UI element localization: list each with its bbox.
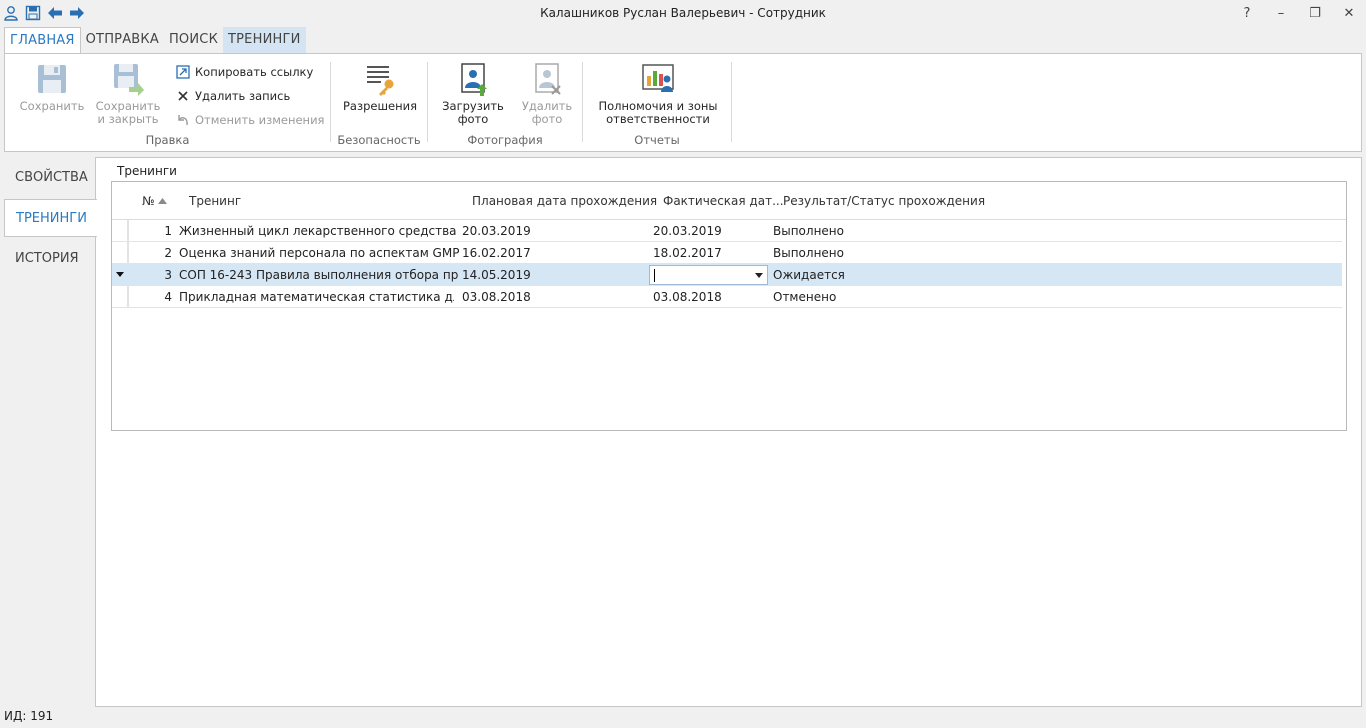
cell-training: СОП 16-243 Правила выполнения отбора про…: [179, 268, 459, 282]
authority-report-icon: [642, 64, 674, 92]
cell-result: Выполнено: [773, 246, 844, 260]
upload-photo-label-2: фото: [457, 112, 489, 126]
delete-record-label: Удалить запись: [195, 89, 291, 103]
authority-label-2: ответственности: [606, 112, 710, 126]
cell-num: 1: [164, 224, 172, 238]
save-and-close-button[interactable]: Сохранить и закрыть: [93, 62, 163, 126]
delete-photo-button[interactable]: Удалить фото: [512, 62, 582, 126]
cell-result: Ожидается: [773, 268, 845, 282]
permissions-label: Разрешения: [343, 99, 417, 113]
column-header-num-label: №: [142, 194, 155, 208]
delete-photo-label-2: фото: [531, 112, 563, 126]
content-panel: Тренинги № Тренинг Плановая дата прохожд…: [95, 157, 1362, 707]
cell-num: 3: [164, 268, 172, 282]
row-indicator: [112, 220, 128, 242]
cell-planned-date: 20.03.2019: [462, 224, 531, 238]
current-row-arrow-icon: [116, 272, 124, 277]
column-header-planned-date[interactable]: Плановая дата прохождения: [472, 194, 657, 208]
trainings-section-label: Тренинги: [117, 164, 177, 178]
table-row[interactable]: 1 Жизненный цикл лекарственного средства…: [112, 220, 1342, 242]
delete-x-icon: [175, 88, 191, 104]
ribbon-group-photo: Загрузить фото Удалить фото Фотография: [428, 54, 582, 151]
ribbon-group-security: Разрешения Безопасность: [331, 54, 427, 151]
delete-photo-icon: [535, 63, 561, 95]
save-close-icon: [114, 64, 144, 96]
restore-button[interactable]: ❐: [1298, 0, 1332, 26]
ribbon-group-edit: Сохранить Сохранить и закрыть Копировать…: [5, 54, 330, 151]
title-bar: Калашников Руслан Валерьевич - Сотрудник…: [0, 0, 1366, 27]
save-button[interactable]: Сохранить: [17, 62, 87, 113]
column-header-result[interactable]: Результат/Статус прохождения: [783, 194, 985, 208]
undo-changes-button[interactable]: Отменить изменения: [175, 110, 324, 130]
undo-icon: [175, 112, 191, 128]
undo-changes-label: Отменить изменения: [195, 113, 325, 127]
permissions-key-icon: [367, 66, 394, 96]
tab-send[interactable]: ОТПРАВКА: [81, 27, 164, 53]
help-button[interactable]: ?: [1230, 0, 1264, 26]
row-indicator: [112, 286, 128, 308]
group-label-reports: Отчеты: [634, 133, 680, 147]
group-label-photo: Фотография: [467, 133, 543, 147]
column-header-num[interactable]: №: [142, 194, 168, 208]
sort-asc-icon: [158, 194, 168, 208]
group-label-edit: Правка: [145, 133, 190, 147]
upload-photo-button[interactable]: Загрузить фото: [438, 62, 508, 126]
column-header-training[interactable]: Тренинг: [189, 194, 241, 208]
text-caret: [654, 269, 655, 282]
dropdown-arrow-icon[interactable]: [755, 273, 763, 278]
cell-actual-date: 03.08.2018: [653, 290, 722, 304]
cell-num: 4: [164, 290, 172, 304]
ribbon: Сохранить Сохранить и закрыть Копировать…: [4, 53, 1362, 152]
side-tab-history[interactable]: ИСТОРИЯ: [4, 240, 96, 278]
side-tab-properties[interactable]: СВОЙСТВА: [4, 159, 96, 197]
copy-link-icon: [175, 64, 191, 80]
cell-result: Отменено: [773, 290, 837, 304]
cell-num: 2: [164, 246, 172, 260]
tab-main[interactable]: ГЛАВНАЯ: [4, 27, 81, 54]
copy-link-label: Копировать ссылку: [195, 65, 314, 79]
save-icon: [38, 65, 66, 93]
ribbon-tabs: ГЛАВНАЯ ОТПРАВКА ПОИСК ТРЕНИНГИ: [4, 27, 306, 54]
trainings-grid: № Тренинг Плановая дата прохождения Факт…: [111, 181, 1347, 431]
row-indicator: [112, 242, 128, 264]
cell-result: Выполнено: [773, 224, 844, 238]
group-label-security: Безопасность: [337, 133, 421, 147]
cell-training: Прикладная математическая статистика для…: [179, 290, 454, 304]
cell-planned-date: 14.05.2019: [462, 268, 531, 282]
delete-record-button[interactable]: Удалить запись: [175, 86, 290, 106]
cell-actual-date: 20.03.2019: [653, 224, 722, 238]
close-button[interactable]: ✕: [1332, 0, 1366, 26]
actual-date-editor[interactable]: [649, 265, 768, 285]
status-id: ИД: 191: [4, 709, 54, 723]
tab-trainings[interactable]: ТРЕНИНГИ: [223, 27, 306, 53]
side-tab-trainings[interactable]: ТРЕНИНГИ: [4, 199, 97, 237]
grid-header: № Тренинг Плановая дата прохождения Факт…: [112, 182, 1346, 220]
save-label: Сохранить: [19, 99, 85, 113]
row-indicator: [112, 264, 128, 286]
cell-actual-date: 18.02.2017: [653, 246, 722, 260]
window-controls: ? – ❐ ✕: [1230, 0, 1366, 26]
table-row-selected[interactable]: 3 СОП 16-243 Правила выполнения отбора п…: [112, 264, 1342, 286]
ribbon-group-reports: Полномочия и зоны ответственности Отчеты: [583, 54, 731, 151]
table-row[interactable]: 2 Оценка знаний персонала по аспектам GM…: [112, 242, 1342, 264]
ribbon-separator: [731, 62, 732, 142]
column-header-actual-date[interactable]: Фактическая дат...: [663, 194, 784, 208]
permissions-button[interactable]: Разрешения: [339, 62, 421, 113]
cell-training: Оценка знаний персонала по аспектам GMP/…: [179, 246, 459, 260]
cell-planned-date: 16.02.2017: [462, 246, 531, 260]
tab-search[interactable]: ПОИСК: [164, 27, 223, 53]
save-close-label-2: и закрыть: [97, 112, 159, 126]
copy-link-button[interactable]: Копировать ссылку: [175, 62, 313, 82]
table-row[interactable]: 4 Прикладная математическая статистика д…: [112, 286, 1342, 308]
window-title: Калашников Руслан Валерьевич - Сотрудник: [540, 6, 826, 20]
authority-zones-button[interactable]: Полномочия и зоны ответственности: [593, 62, 723, 126]
cell-planned-date: 03.08.2018: [462, 290, 531, 304]
minimize-button[interactable]: –: [1264, 0, 1298, 26]
cell-training: Жизненный цикл лекарственного средства: [179, 224, 457, 238]
upload-photo-icon: [461, 63, 487, 96]
